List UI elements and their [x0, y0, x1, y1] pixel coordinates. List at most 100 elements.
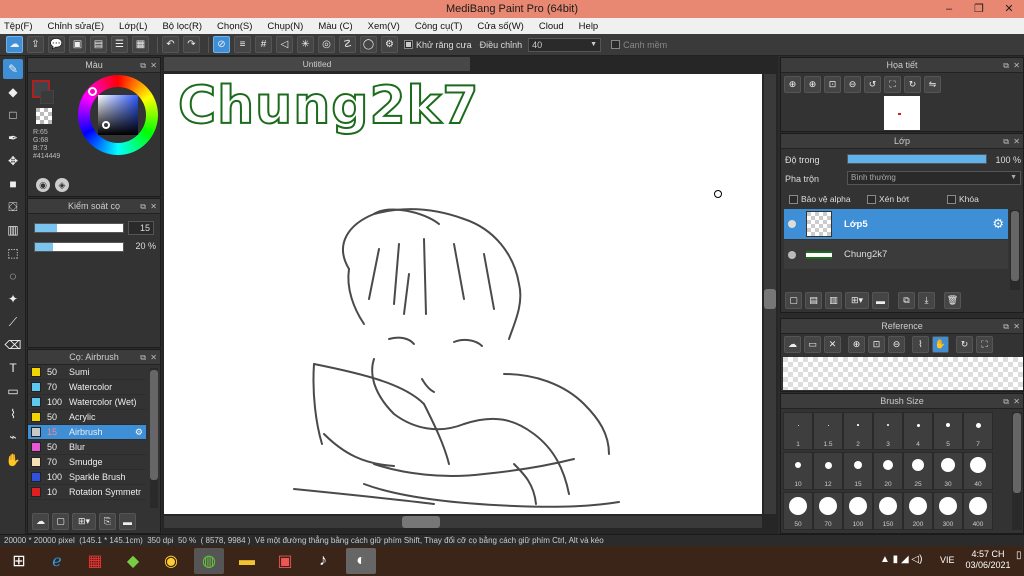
select-eraser-tool-icon[interactable]: ⌫ [3, 335, 23, 355]
antialias-toggle[interactable]: Khử răng cưa [404, 40, 472, 50]
zoom-in-icon[interactable]: ⊕ [848, 336, 865, 353]
brush-size-cell[interactable]: 10 [783, 452, 813, 490]
medibang-icon[interactable]: ◐ [346, 548, 376, 574]
zoom-out-icon[interactable]: ⊖ [844, 76, 861, 93]
brush-item[interactable]: 70 Smudge [28, 455, 146, 470]
snap-parallel-icon[interactable]: ≡ [234, 36, 251, 53]
brush-size-cell[interactable]: 30 [933, 452, 963, 490]
protect-alpha-toggle[interactable]: Bảo vệ alpha [789, 194, 851, 204]
flip-icon[interactable]: ⇋ [924, 76, 941, 93]
menu-color[interactable]: Màu (C) [318, 21, 352, 32]
zoom-out-icon[interactable]: ⊖ [888, 336, 905, 353]
snap-vanish-icon[interactable]: ◁ [276, 36, 293, 53]
brush-size-cell[interactable]: 3 [873, 412, 903, 450]
close-icon[interactable]: ✕ [1013, 394, 1020, 409]
gear-icon[interactable]: ⚙ [992, 216, 1004, 232]
redo-icon[interactable]: ↷ [183, 36, 200, 53]
brush-size-cell[interactable]: 200 [903, 492, 933, 530]
move-tool-icon[interactable]: ✥ [3, 151, 23, 171]
comment-icon[interactable]: 💬 [48, 36, 65, 53]
eye-icon[interactable] [788, 220, 796, 228]
menu-tools[interactable]: Công cụ(T) [415, 21, 463, 32]
brush-size-cell[interactable]: 300 [933, 492, 963, 530]
fit-icon[interactable]: ⊡ [868, 336, 885, 353]
snap-radial-icon[interactable]: ✳ [297, 36, 314, 53]
brush-size-slider[interactable] [34, 223, 124, 233]
duplicate-icon[interactable]: ⧉ [898, 292, 915, 309]
bucket-tool-icon[interactable]: ⛋ [3, 197, 23, 217]
layer-opacity-slider[interactable] [847, 154, 987, 164]
text-tool-icon[interactable]: T [3, 358, 23, 378]
canvas-hscrollbar[interactable] [164, 516, 762, 528]
brush-item[interactable]: 10 Rotation Symmetr [28, 485, 146, 500]
snap-off-icon[interactable]: ⊘ [213, 36, 230, 53]
notification-icon[interactable]: ▯ [1016, 550, 1022, 561]
menu-edit[interactable]: Chỉnh sửa(E) [48, 21, 105, 32]
magic-wand-tool-icon[interactable]: ✦ [3, 289, 23, 309]
select-pen-tool-icon[interactable]: ⟋ [3, 312, 23, 332]
apps-icon[interactable]: ▦ [80, 548, 110, 574]
float-icon[interactable]: ⧉ [140, 58, 146, 73]
brush-size-cell[interactable]: 2 [843, 412, 873, 450]
close-icon[interactable]: ✕ [150, 58, 157, 73]
brush-size-cell[interactable]: 20 [873, 452, 903, 490]
close-icon[interactable]: ✕ [150, 350, 157, 365]
brush-size-cell[interactable]: 70 [813, 492, 843, 530]
smooth-toggle[interactable]: Canh mềm [611, 40, 667, 50]
brush-tool-icon[interactable]: ✎ [3, 59, 23, 79]
pen-tool-icon[interactable]: ✒ [3, 128, 23, 148]
actual-size-icon[interactable]: ⛶ [976, 336, 993, 353]
powerpoint-icon[interactable]: ▣ [270, 548, 300, 574]
lasso-tool-icon[interactable]: ◌ [3, 266, 23, 286]
brush-item[interactable]: 100 Watercolor (Wet) [28, 395, 146, 410]
brush-size-cell[interactable]: 400 [963, 492, 993, 530]
antialias-checkbox[interactable] [404, 40, 413, 49]
close-icon[interactable]: ✕ [1013, 319, 1020, 334]
brush-size-cell[interactable]: 150 [873, 492, 903, 530]
secondary-color-swatch[interactable] [40, 90, 54, 104]
brush-size-cell[interactable]: 25 [903, 452, 933, 490]
share-icon[interactable]: ⇪ [27, 36, 44, 53]
snap-cross-icon[interactable]: # [255, 36, 272, 53]
brush-item[interactable]: 70 Watercolor [28, 380, 146, 395]
close-reference-icon[interactable]: ✕ [824, 336, 841, 353]
float-icon[interactable]: ⧉ [1003, 134, 1009, 149]
brush-size-cell[interactable]: 4 [903, 412, 933, 450]
brush-size-cell[interactable]: 50 [783, 492, 813, 530]
menu-window[interactable]: Cửa số(W) [477, 21, 523, 32]
folder-icon[interactable]: ▬ [872, 292, 889, 309]
lock-toggle[interactable]: Khóa [947, 194, 979, 204]
cloud-upload-icon[interactable]: ☁ [784, 336, 801, 353]
brush-size-cell[interactable]: 15 [843, 452, 873, 490]
float-icon[interactable]: ⧉ [1003, 319, 1009, 334]
fit-icon[interactable]: ⊡ [824, 76, 841, 93]
rect-tool-icon[interactable]: □ [3, 105, 23, 125]
transparent-swatch[interactable] [36, 108, 52, 124]
rotate-right-icon[interactable]: ↻ [904, 76, 921, 93]
brush-item[interactable]: 100 Sparkle Brush [28, 470, 146, 485]
saturation-square[interactable] [98, 95, 138, 135]
gradient-tool-icon[interactable]: ▥ [3, 220, 23, 240]
menu-snap[interactable]: Chụp(N) [267, 21, 303, 32]
rotate-icon[interactable]: ↻ [956, 336, 973, 353]
save-icon[interactable]: ▣ [69, 36, 86, 53]
close-icon[interactable]: ✕ [150, 199, 157, 214]
zoom-in-more-icon[interactable]: ⊕ [804, 76, 821, 93]
close-icon[interactable]: ✕ [1013, 58, 1020, 73]
menu-layer[interactable]: Lớp(L) [119, 21, 147, 32]
canvas-tab[interactable]: Untitled [164, 57, 470, 71]
rotate-left-icon[interactable]: ↺ [864, 76, 881, 93]
new-8bit-icon[interactable]: ▥ [825, 292, 842, 309]
drawing-canvas[interactable]: Chung2k7 [164, 74, 762, 514]
eyedropper2-tool-icon[interactable]: ⌁ [3, 427, 23, 447]
brush-cloud-icon[interactable]: ☁ [32, 513, 49, 530]
new-halftone-icon[interactable]: ▤ [805, 292, 822, 309]
brush-size-scrollbar[interactable] [1012, 412, 1022, 530]
clipping-toggle[interactable]: Xén bớt [867, 194, 909, 204]
coccoc-icon[interactable]: ◍ [194, 548, 224, 574]
hand-tool-icon[interactable]: ✋ [3, 450, 23, 470]
close-icon[interactable]: ✕ [1013, 134, 1020, 149]
eyedropper-icon[interactable]: ⌇ [912, 336, 929, 353]
cloud-icon[interactable]: ☁ [6, 36, 23, 53]
smooth-checkbox[interactable] [611, 40, 621, 49]
